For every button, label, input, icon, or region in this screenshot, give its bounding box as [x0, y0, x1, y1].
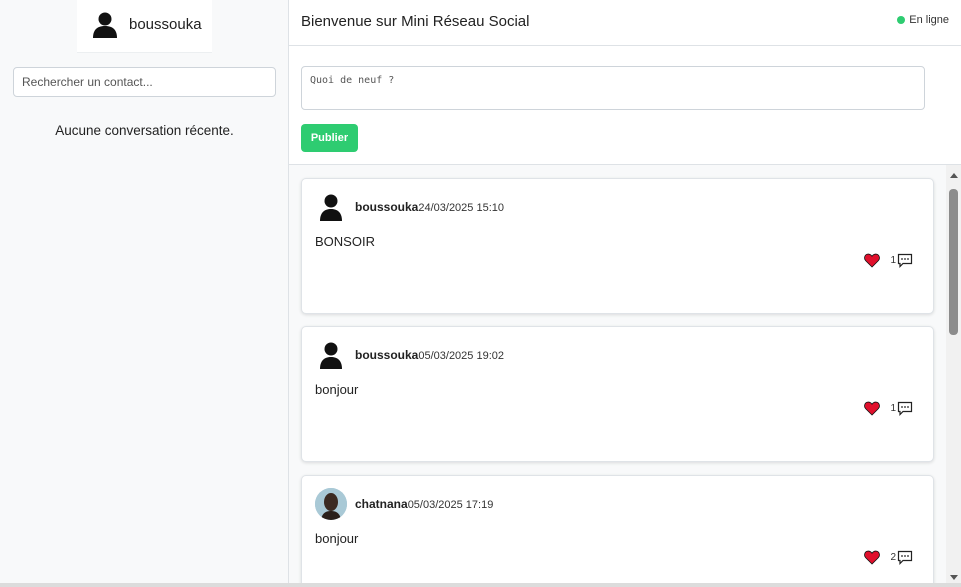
heart-icon[interactable]	[864, 550, 881, 565]
person-photo-icon	[315, 488, 347, 520]
post-date: 24/03/2025 15:10	[418, 202, 504, 214]
user-silhouette-icon	[320, 194, 342, 221]
comment-count: 1	[890, 255, 896, 266]
comment-icon[interactable]	[897, 401, 913, 416]
publish-button[interactable]: Publier	[301, 124, 358, 152]
post-meta: chatnana05/03/2025 17:19	[355, 497, 493, 511]
status-dot-icon	[897, 16, 906, 24]
post-content: bonjour	[315, 531, 359, 546]
post-date: 05/03/2025 19:02	[418, 350, 504, 362]
heart-icon[interactable]	[864, 401, 881, 416]
post-meta: boussouka05/03/2025 19:02	[355, 348, 504, 362]
page-title: Bienvenue sur Mini Réseau Social	[301, 13, 530, 30]
feed-scrollbar[interactable]	[946, 165, 961, 583]
scroll-thumb[interactable]	[949, 189, 958, 335]
main-panel: Bienvenue sur Mini Réseau Social En lign…	[289, 0, 961, 583]
comment-icon[interactable]	[897, 253, 913, 268]
photo-avatar	[315, 488, 347, 520]
contact-search-input[interactable]	[13, 67, 276, 97]
empty-conversations-message: Aucune conversation récente.	[55, 123, 234, 138]
post-actions: 2	[864, 550, 913, 565]
current-user-name: boussouka	[129, 16, 202, 33]
comment-count: 1	[890, 403, 896, 414]
scroll-down-arrow-icon[interactable]	[950, 575, 958, 580]
post-actions: 1	[864, 253, 913, 268]
post-avatar[interactable]	[315, 191, 347, 223]
post-date: 05/03/2025 17:19	[407, 499, 494, 511]
window-bottom-edge	[0, 583, 961, 587]
user-silhouette-icon	[320, 342, 342, 369]
online-status: En ligne	[897, 14, 949, 26]
heart-icon[interactable]	[864, 253, 881, 268]
post-content: bonjour	[315, 382, 359, 397]
post-card: boussouka05/03/2025 19:02 bonjour 1	[301, 326, 934, 462]
sidebar: boussouka Aucune conversation récente.	[0, 0, 289, 583]
comment-count: 2	[890, 552, 896, 563]
status-label: En ligne	[909, 14, 949, 26]
post-author[interactable]: chatnana	[355, 497, 408, 511]
user-silhouette-icon	[93, 12, 117, 38]
header: Bienvenue sur Mini Réseau Social En lign…	[289, 0, 961, 46]
scroll-up-arrow-icon[interactable]	[950, 173, 958, 178]
post-composer-input[interactable]	[301, 66, 925, 110]
comment-icon[interactable]	[897, 550, 913, 565]
post-card: chatnana05/03/2025 17:19 bonjour 2	[301, 475, 934, 583]
post-author[interactable]: boussouka	[355, 348, 418, 362]
current-user-card[interactable]: boussouka	[77, 0, 212, 53]
post-meta: boussouka24/03/2025 15:10	[355, 200, 504, 214]
post-actions: 1	[864, 401, 913, 416]
post-feed: boussouka24/03/2025 15:10 BONSOIR 1 bous…	[289, 164, 961, 583]
post-card: boussouka24/03/2025 15:10 BONSOIR 1	[301, 178, 934, 314]
post-content: BONSOIR	[315, 234, 375, 249]
post-author[interactable]: boussouka	[355, 200, 418, 214]
post-avatar[interactable]	[315, 488, 347, 520]
post-avatar[interactable]	[315, 339, 347, 371]
